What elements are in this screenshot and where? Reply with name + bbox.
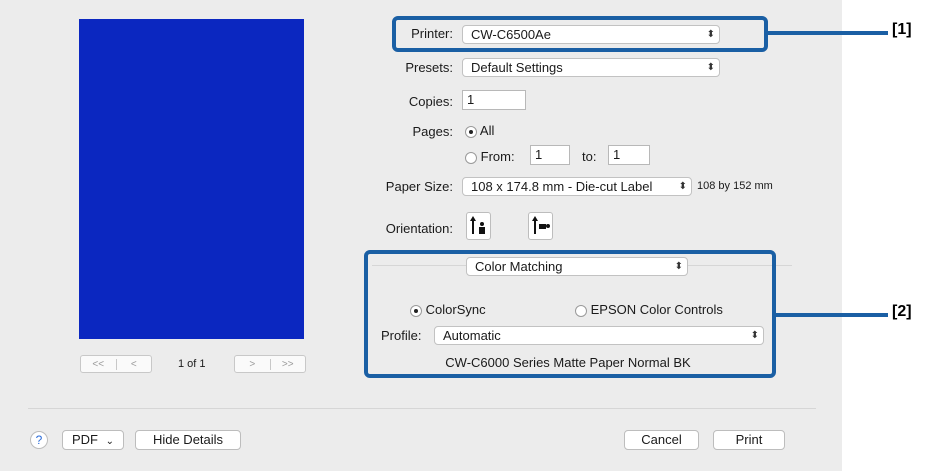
pages-from-option[interactable]: From: xyxy=(465,149,515,164)
help-button[interactable]: ? xyxy=(30,431,48,449)
print-dialog: << < 1 of 1 > >> Printer: CW-C6500Ae ⬍ P… xyxy=(0,0,842,471)
pages-all-radio[interactable] xyxy=(465,125,477,138)
portrait-orientation-icon xyxy=(470,216,485,234)
pages-to-label: to: xyxy=(582,149,597,164)
presets-label: Presets: xyxy=(405,60,453,75)
callout-tag-2: [2] xyxy=(892,303,912,320)
orientation-landscape-button[interactable] xyxy=(528,212,553,240)
pages-to-field[interactable]: 1 xyxy=(608,145,650,165)
paper-size-popup[interactable]: 108 x 174.8 mm - Die-cut Label ⬍ xyxy=(462,177,692,196)
print-button[interactable]: Print xyxy=(713,430,785,450)
paper-size-value: 108 x 174.8 mm - Die-cut Label xyxy=(471,179,653,194)
popup-arrows-icon: ⬍ xyxy=(678,181,687,192)
presets-value: Default Settings xyxy=(471,60,563,75)
page-preview xyxy=(79,19,304,339)
footer-divider xyxy=(28,408,816,409)
pages-all-label: All xyxy=(479,123,495,138)
orientation-portrait-button[interactable] xyxy=(466,212,491,240)
preview-nav-back-group: << < xyxy=(80,355,152,373)
callout-tag-1: [1] xyxy=(892,21,912,38)
first-page-button[interactable]: << xyxy=(81,359,116,370)
callout-leader-2 xyxy=(776,313,888,317)
paper-size-label: Paper Size: xyxy=(385,179,453,194)
previous-page-button[interactable]: < xyxy=(115,358,152,370)
presets-popup[interactable]: Default Settings ⬍ xyxy=(462,58,720,77)
cancel-button[interactable]: Cancel xyxy=(624,430,699,450)
page-indicator: 1 of 1 xyxy=(178,358,206,370)
last-page-button[interactable]: >> xyxy=(269,358,306,370)
preview-nav-forward-group: > >> xyxy=(234,355,306,373)
pages-from-label: From: xyxy=(480,149,515,164)
copies-label: Copies: xyxy=(408,94,453,109)
pages-label: Pages: xyxy=(412,124,453,139)
popup-arrows-icon: ⬍ xyxy=(706,62,715,73)
copies-field[interactable]: 1 xyxy=(462,90,526,110)
orientation-label: Orientation: xyxy=(385,221,453,236)
pdf-label: PDF xyxy=(71,432,98,447)
hide-details-button[interactable]: Hide Details xyxy=(135,430,241,450)
pages-all-option[interactable]: All xyxy=(465,123,494,138)
landscape-orientation-icon xyxy=(532,216,550,234)
callout-box-1 xyxy=(392,16,768,52)
pages-from-field[interactable]: 1 xyxy=(530,145,570,165)
callout-box-2 xyxy=(364,250,776,378)
pdf-menu-button[interactable]: PDF ⌄ xyxy=(62,430,124,450)
paper-dimensions: 108 by 152 mm xyxy=(697,180,773,192)
chevron-down-icon: ⌄ xyxy=(105,436,114,447)
next-page-button[interactable]: > xyxy=(235,359,270,370)
callout-leader-1 xyxy=(768,31,888,35)
pages-from-radio[interactable] xyxy=(465,151,477,164)
